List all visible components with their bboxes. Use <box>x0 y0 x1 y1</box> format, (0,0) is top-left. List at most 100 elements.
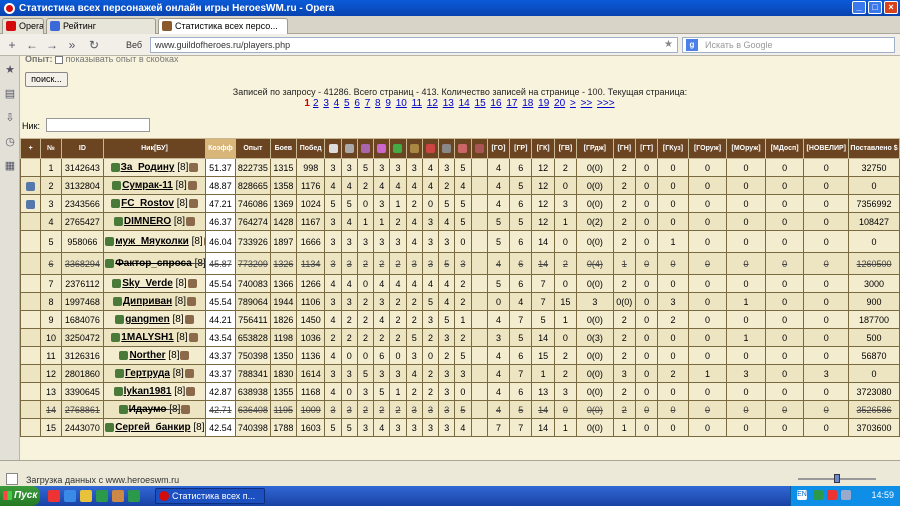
skill-header-cell[interactable] <box>340 138 358 159</box>
header-cell[interactable]: [ГО] <box>486 138 511 159</box>
header-cell[interactable]: [ГРдж] <box>576 138 614 159</box>
close-window-button[interactable]: × <box>884 1 898 14</box>
header-cell[interactable]: Побед <box>296 138 326 159</box>
skill-header-cell[interactable] <box>470 138 488 159</box>
page-link[interactable]: 14 <box>459 98 470 109</box>
page-link[interactable]: 11 <box>412 98 422 109</box>
page-link[interactable]: 17 <box>506 98 517 109</box>
compare-cell[interactable] <box>20 212 42 231</box>
page-link[interactable]: 3 <box>323 98 329 109</box>
header-cell[interactable]: Коэфф <box>204 138 237 159</box>
table-row[interactable]: 11 3126316 Norther [8] 43.37 750398 1350 1136 4… <box>20 346 900 365</box>
icq-tray-icon[interactable] <box>813 490 823 500</box>
chart-icon[interactable] <box>26 199 36 209</box>
back-icon[interactable]: ← <box>24 37 40 53</box>
compare-cell[interactable] <box>20 346 42 365</box>
header-cell[interactable]: [ГОруж] <box>687 138 728 159</box>
page-link[interactable]: 19 <box>538 98 549 109</box>
skill-header-cell[interactable] <box>356 138 375 159</box>
quicklaunch-app-icon[interactable] <box>112 490 124 502</box>
page-link[interactable]: 16 <box>490 98 501 109</box>
page-link[interactable]: 15 <box>475 98 486 109</box>
tab-rating[interactable]: Рейтинг <box>46 18 156 34</box>
chart-icon[interactable] <box>26 181 36 191</box>
player-nick-link[interactable]: 1MALYSH1 <box>121 332 173 343</box>
taskbar-opera-window[interactable]: Статистика всех п... <box>155 488 265 504</box>
compare-cell[interactable] <box>20 418 42 437</box>
player-nick-link[interactable]: FC_Rostov <box>121 198 174 209</box>
table-row[interactable]: 13 3390645 lykan1981 [8] 42.87 638938 1355 116… <box>20 382 900 401</box>
header-cell[interactable]: Ник[БУ] <box>103 138 206 159</box>
player-nick-link[interactable]: DIMNERO <box>124 216 171 227</box>
header-cell[interactable]: № <box>40 138 62 159</box>
page-link[interactable]: 10 <box>396 98 407 109</box>
header-cell[interactable]: [ГВ] <box>553 138 578 159</box>
compare-cell[interactable] <box>20 400 42 419</box>
header-cell[interactable]: [ГР] <box>509 138 533 159</box>
zoom-slider[interactable] <box>782 474 892 484</box>
quicklaunch-chat-icon[interactable] <box>128 490 140 502</box>
nick-filter-input[interactable] <box>46 118 150 132</box>
bookmarks-icon[interactable]: ★ <box>3 63 17 77</box>
page-link[interactable]: 2 <box>313 98 319 109</box>
panel-toggle-icon[interactable] <box>6 473 18 485</box>
table-row[interactable]: 15 2443070 Сергей_банкир [8] 42.54 740398 178… <box>20 418 900 437</box>
search-input[interactable]: g Искать в Google <box>682 37 895 53</box>
quicklaunch-folder-icon[interactable] <box>80 490 92 502</box>
page-link[interactable]: > <box>570 98 576 109</box>
tray-app-icon[interactable] <box>827 490 837 500</box>
header-cell[interactable]: [ГТ] <box>634 138 659 159</box>
table-row[interactable]: 5 958066 муж_Мяуколки [8] 46.04 733926 1897 16… <box>20 230 900 253</box>
network-tray-icon[interactable] <box>841 490 851 500</box>
quicklaunch-opera-icon[interactable] <box>48 490 60 502</box>
header-cell[interactable]: Опыт <box>235 138 271 159</box>
minimize-button[interactable]: _ <box>852 1 866 14</box>
tab-statistics[interactable]: Статистика всех персо... <box>158 18 288 34</box>
player-nick-link[interactable]: gangmen <box>125 314 169 325</box>
player-nick-link[interactable]: За_Родину <box>121 162 175 173</box>
player-nick-link[interactable]: Диприван <box>123 296 172 307</box>
panels-icon[interactable]: ▦ <box>3 159 17 173</box>
quicklaunch-ie-icon[interactable] <box>64 490 76 502</box>
page-link[interactable]: 4 <box>334 98 340 109</box>
player-nick-link[interactable]: Сумрак-11 <box>122 180 173 191</box>
compare-cell[interactable] <box>20 194 42 213</box>
player-nick-link[interactable]: муж_Мяуколки <box>115 236 189 247</box>
table-row[interactable]: 6 3368294 Фактор_спроса [8] 45.87 773209 1326… <box>20 252 900 275</box>
option-checkbox[interactable] <box>55 56 64 64</box>
compare-cell[interactable] <box>20 176 42 195</box>
compare-cell[interactable] <box>20 230 42 253</box>
table-row[interactable]: 9 1684076 gangmen [8] 44.21 756411 1826 1450 4 2… <box>20 310 900 329</box>
downloads-icon[interactable]: ⇩ <box>3 111 17 125</box>
reload-icon[interactable]: ↻ <box>86 37 102 53</box>
url-input[interactable]: www.guildofheroes.ru/players.php ★ <box>150 37 678 53</box>
skill-header-cell[interactable] <box>324 138 342 159</box>
page-link[interactable]: 9 <box>385 98 391 109</box>
bookmark-star-icon[interactable]: ★ <box>664 38 673 52</box>
skill-header-cell[interactable] <box>421 138 440 159</box>
table-row[interactable]: 8 1997468 Диприван [8] 45.54 789064 1944 1106 3… <box>20 292 900 311</box>
notes-icon[interactable]: ▤ <box>3 87 17 101</box>
skill-header-cell[interactable] <box>454 138 472 159</box>
player-nick-link[interactable]: Гертруда <box>125 368 170 379</box>
table-row[interactable]: 12 2801860 Гертруда [8] 43.37 788341 1830 1614… <box>20 364 900 383</box>
tab-opera[interactable]: Opera <box>2 18 44 34</box>
compare-cell[interactable] <box>20 310 42 329</box>
header-cell[interactable]: [МДосп] <box>764 138 805 159</box>
player-nick-link[interactable]: lykan1981 <box>124 386 172 397</box>
start-button[interactable]: Пуск <box>0 486 40 506</box>
player-nick-link[interactable]: Сергей_банкир <box>115 422 190 433</box>
page-link[interactable]: 20 <box>554 98 565 109</box>
header-cell[interactable]: [ГКуз] <box>657 138 689 159</box>
header-cell[interactable]: Поставлено $ <box>848 138 900 159</box>
search-button[interactable]: поиск... <box>25 72 68 87</box>
player-nick-link[interactable]: Sky_Verde <box>122 278 173 289</box>
zoom-knob[interactable] <box>834 474 840 483</box>
table-row[interactable]: 1 3142643 За_Родину [8] 51.37 822735 1315 998 3… <box>20 158 900 177</box>
history-icon[interactable]: ◷ <box>3 135 17 149</box>
table-row[interactable]: 7 2376112 Sky_Verde [8] 45.54 740083 1366 1266… <box>20 274 900 293</box>
forward-icon[interactable]: → <box>44 37 60 53</box>
compare-cell[interactable] <box>20 382 42 401</box>
page-link[interactable]: 13 <box>443 98 454 109</box>
page-link[interactable]: 7 <box>365 98 371 109</box>
